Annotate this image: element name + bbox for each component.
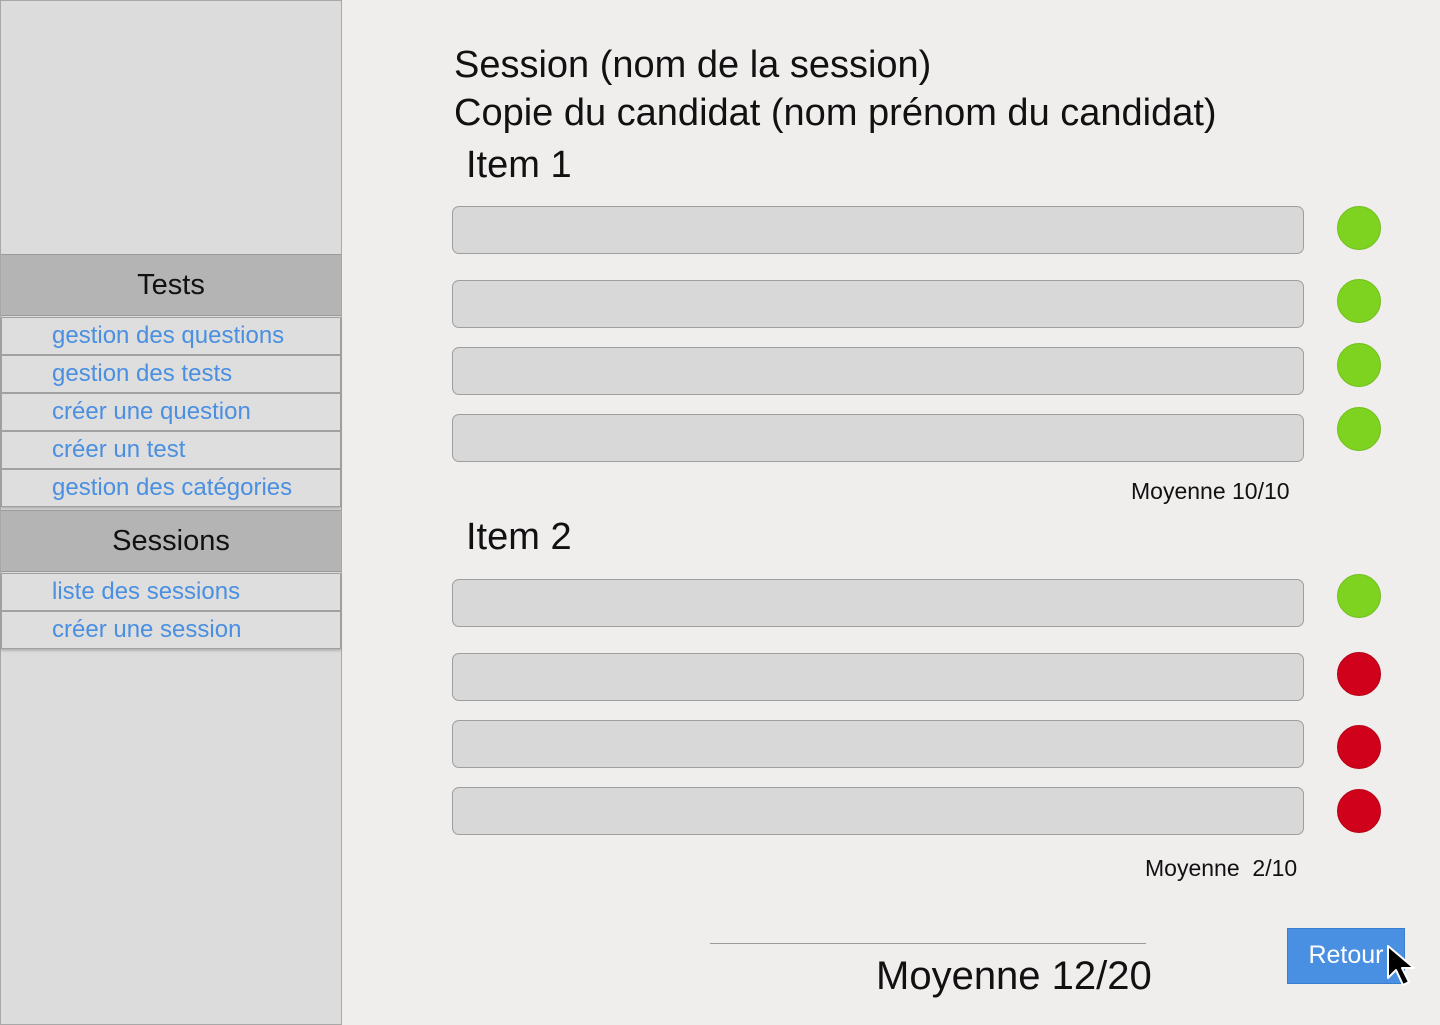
total-divider bbox=[710, 943, 1146, 944]
answer-field[interactable] bbox=[452, 414, 1304, 462]
answer-status-dot bbox=[1337, 652, 1381, 696]
sidebar-section-tests: Tests bbox=[1, 254, 341, 316]
answer-status-dot bbox=[1337, 407, 1381, 451]
answer-status-dot bbox=[1337, 789, 1381, 833]
sidebar-item-gestion-questions[interactable]: gestion des questions bbox=[1, 317, 341, 355]
item-average: Moyenne 2/10 bbox=[1145, 855, 1298, 881]
sidebar-item-creer-question[interactable]: créer une question bbox=[1, 393, 341, 431]
answer-field[interactable] bbox=[452, 653, 1304, 701]
cursor-arrow-icon bbox=[1387, 945, 1415, 986]
answer-status-dot bbox=[1337, 279, 1381, 323]
answer-field[interactable] bbox=[452, 206, 1304, 254]
answer-status-dot bbox=[1337, 343, 1381, 387]
answer-field[interactable] bbox=[452, 720, 1304, 768]
sidebar-item-creer-session[interactable]: créer une session bbox=[1, 611, 341, 649]
answer-field[interactable] bbox=[452, 280, 1304, 328]
candidate-title: Copie du candidat (nom prénom du candida… bbox=[454, 92, 1217, 134]
session-title: Session (nom de la session) bbox=[454, 44, 932, 86]
answer-status-dot bbox=[1337, 574, 1381, 618]
answer-field[interactable] bbox=[452, 579, 1304, 627]
sidebar-section-label: Tests bbox=[137, 268, 205, 301]
answer-status-dot bbox=[1337, 206, 1381, 250]
sidebar-section-label: Sessions bbox=[112, 524, 230, 557]
sidebar-item-liste-sessions[interactable]: liste des sessions bbox=[1, 573, 341, 611]
answer-field[interactable] bbox=[452, 787, 1304, 835]
total-average: Moyenne 12/20 bbox=[876, 954, 1152, 998]
sidebar: Tests gestion des questions gestion des … bbox=[0, 0, 342, 1025]
answer-status-dot bbox=[1337, 725, 1381, 769]
sidebar-item-gestion-categories[interactable]: gestion des catégories bbox=[1, 469, 341, 507]
sidebar-item-creer-test[interactable]: créer un test bbox=[1, 431, 341, 469]
item-title: Item 1 bbox=[466, 144, 572, 186]
answer-field[interactable] bbox=[452, 347, 1304, 395]
sidebar-section-sessions: Sessions bbox=[1, 510, 341, 572]
sidebar-item-gestion-tests[interactable]: gestion des tests bbox=[1, 355, 341, 393]
item-average: Moyenne 10/10 bbox=[1131, 478, 1290, 504]
item-title: Item 2 bbox=[466, 516, 572, 558]
